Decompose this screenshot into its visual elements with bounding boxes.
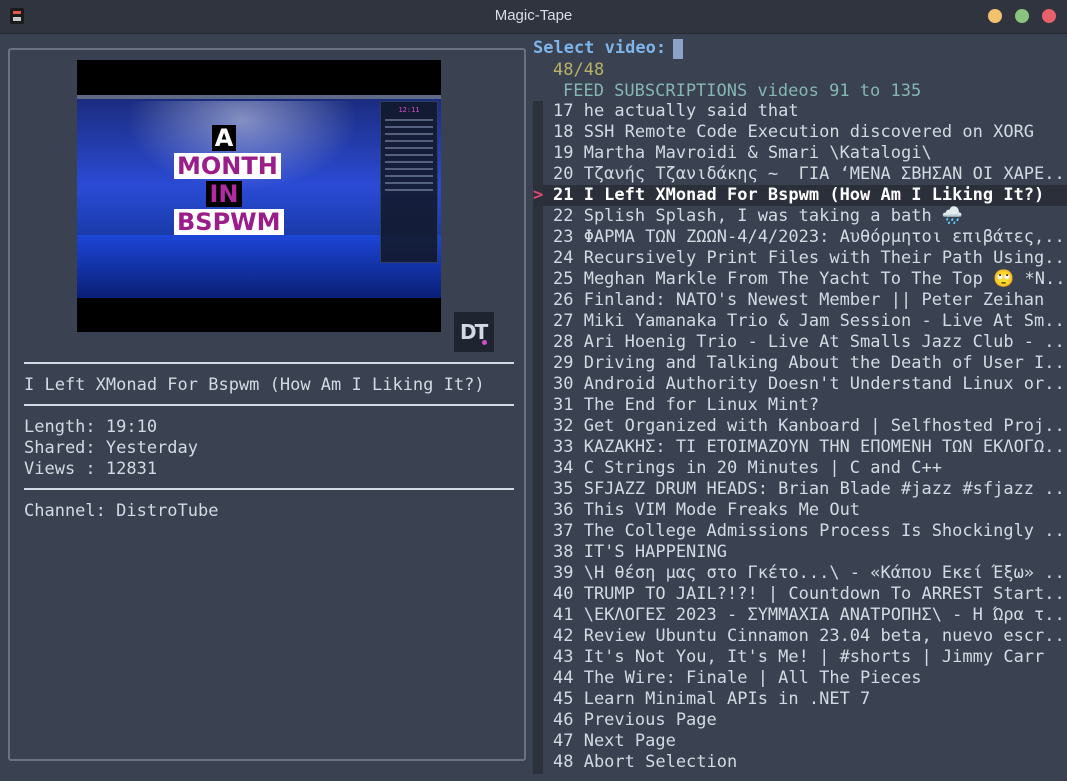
list-item-label: 47 Next Page — [553, 731, 676, 751]
list-item-label: 46 Previous Page — [553, 710, 717, 730]
list-item[interactable]: 26 Finland: NATO's Newest Member || Pete… — [533, 290, 1067, 311]
list-item-label: 24 Recursively Print Files with Their Pa… — [553, 248, 1065, 268]
maximize-button[interactable] — [1015, 9, 1029, 23]
thumbnail-caption: A MONTH IN BSPWM — [174, 125, 284, 237]
list-header: FEED SUBSCRIPTIONS videos 91 to 135 — [563, 81, 922, 101]
video-length: Length: 19:10 — [24, 417, 158, 437]
channel-logo-icon: DT — [454, 312, 494, 352]
list-item[interactable]: 24 Recursively Print Files with Their Pa… — [533, 248, 1067, 269]
list-item[interactable]: 17 he actually said that — [533, 101, 1067, 122]
list-item-label: 39 \Η θέση μας στο Γκέτο...\ - «Κάπου Εκ… — [553, 563, 1065, 583]
list-item-label: 36 This VIM Mode Freaks Me Out — [553, 500, 861, 520]
selection-marker: > — [533, 185, 544, 205]
video-title: I Left XMonad For Bspwm (How Am I Liking… — [24, 375, 485, 395]
selected-list-item[interactable]: >21 I Left XMonad For Bspwm (How Am I Li… — [533, 185, 1067, 206]
list-item[interactable]: 27 Miki Yamanaka Trio & Jam Session - Li… — [533, 311, 1067, 332]
list-item-label: 42 Review Ubuntu Cinnamon 23.04 beta, nu… — [553, 626, 1065, 646]
list-item[interactable]: 29 Driving and Talking About the Death o… — [533, 353, 1067, 374]
title-bar: Magic-Tape — [0, 0, 1067, 34]
list-item[interactable]: 43 It's Not You, It's Me! | #shorts | Ji… — [533, 647, 1067, 668]
list-item[interactable]: 46 Previous Page — [533, 710, 1067, 731]
list-item[interactable]: 34 C Strings in 20 Minutes | C and C++ — [533, 458, 1067, 479]
list-item[interactable]: 33 ΚΑΖΑΚΗΣ: ΤΙ ΕΤΟΙΜΑΖΟΥΝ ΤΗΝ ΕΠΟΜΕΝΗ ΤΩ… — [533, 437, 1067, 458]
list-item-label: 23 ΦΑΡΜΑ ΤΩΝ ΖΩΩΝ-4/4/2023: Αυθόρμητοι ε… — [553, 227, 1065, 247]
list-item-label: 20 Τζανής Τζανιδάκης ~ ΓΙΑ ‘ΜΕΝΑ ΣΒΗΣΑΝ … — [553, 164, 1065, 184]
list-item[interactable]: 25 Meghan Markle From The Yacht To The T… — [533, 269, 1067, 290]
close-button[interactable] — [1042, 9, 1056, 23]
list-item[interactable]: 37 The College Admissions Process Is Sho… — [533, 521, 1067, 542]
video-list: 17 he actually said that 18 SSH Remote Co… — [533, 101, 1067, 773]
list-item[interactable]: 32 Get Organized with Kanboard | Selfhos… — [533, 416, 1067, 437]
video-shared: Shared: Yesterday — [24, 438, 198, 458]
list-item[interactable]: 22 Splish Splash, I was taking a bath 🌧️ — [533, 206, 1067, 227]
thumbnail-word: BSPWM — [174, 209, 284, 235]
list-item-label: 37 The College Admissions Process Is Sho… — [553, 521, 1065, 541]
divider — [24, 488, 514, 490]
list-item-label: 41 \ΕΚΛΟΓΕΣ 2023 - ΣΥΜΜΑΧΙΑ ΑΝΑΤΡΟΠΗΣ\ -… — [553, 605, 1065, 625]
list-item[interactable]: 39 \Η θέση μας στο Γκέτο...\ - «Κάπου Εκ… — [533, 563, 1067, 584]
list-item[interactable]: 20 Τζανής Τζανιδάκης ~ ΓΙΑ ‘ΜΕΝΑ ΣΒΗΣΑΝ … — [533, 164, 1067, 185]
list-item[interactable]: 36 This VIM Mode Freaks Me Out — [533, 500, 1067, 521]
list-item[interactable]: 48 Abort Selection — [533, 752, 1067, 773]
list-item[interactable]: 19 Martha Mavroidi & Smari \Katalogi\ — [533, 143, 1067, 164]
list-item-label: 17 he actually said that — [553, 101, 799, 121]
list-item-label: 38 IT'S HAPPENING — [553, 542, 727, 562]
video-preview-panel: A MONTH IN BSPWM 12:11 DT I Left XMonad … — [8, 48, 526, 761]
list-item-label: 34 C Strings in 20 Minutes | C and C++ — [553, 458, 942, 478]
select-prompt: Select video: — [533, 38, 667, 58]
list-item-label: 18 SSH Remote Code Execution discovered … — [553, 122, 1035, 142]
list-item-label: 28 Ari Hoenig Trio - Live At Smalls Jazz… — [553, 332, 1065, 352]
list-item[interactable]: 31 The End for Linux Mint? — [533, 395, 1067, 416]
list-item-label: 25 Meghan Markle From The Yacht To The T… — [553, 269, 1066, 289]
list-item-label: 31 The End for Linux Mint? — [553, 395, 820, 415]
list-item[interactable]: 23 ΦΑΡΜΑ ΤΩΝ ΖΩΩΝ-4/4/2023: Αυθόρμητοι ε… — [533, 227, 1067, 248]
match-count: 48/48 — [553, 60, 605, 80]
list-item[interactable]: 18 SSH Remote Code Execution discovered … — [533, 122, 1067, 143]
list-item[interactable]: 30 Android Authority Doesn't Understand … — [533, 374, 1067, 395]
list-item-label: 43 It's Not You, It's Me! | #shorts | Ji… — [553, 647, 1045, 667]
list-item-label: 45 Learn Minimal APIs in .NET 7 — [553, 689, 871, 709]
list-item-label: 48 Abort Selection — [553, 752, 738, 772]
thumbnail-word: MONTH — [174, 153, 281, 179]
list-item-label: 30 Android Authority Doesn't Understand … — [553, 374, 1065, 394]
thumbnail-word: A — [211, 125, 237, 151]
thumbnail-conky-panel: 12:11 — [380, 101, 438, 263]
list-item[interactable]: 45 Learn Minimal APIs in .NET 7 — [533, 689, 1067, 710]
divider — [24, 362, 514, 364]
video-views: Views : 12831 — [24, 459, 158, 479]
list-item-label: 26 Finland: NATO's Newest Member || Pete… — [553, 290, 1045, 310]
terminal-content: A MONTH IN BSPWM 12:11 DT I Left XMonad … — [0, 34, 1067, 781]
list-item-label: 27 Miki Yamanaka Trio & Jam Session - Li… — [553, 311, 1065, 331]
thumbnail-clock: 12:11 — [398, 106, 420, 114]
list-item[interactable]: 42 Review Ubuntu Cinnamon 23.04 beta, nu… — [533, 626, 1067, 647]
list-item-label: 33 ΚΑΖΑΚΗΣ: ΤΙ ΕΤΟΙΜΑΖΟΥΝ ΤΗΝ ΕΠΟΜΕΝΗ ΤΩ… — [553, 437, 1065, 457]
list-item-label: 44 The Wire: Finale | All The Pieces — [553, 668, 922, 688]
list-item[interactable]: 38 IT'S HAPPENING — [533, 542, 1067, 563]
list-item-label: 40 TRUMP TO JAIL?!?! | Countdown To ARRE… — [553, 584, 1065, 604]
list-item[interactable]: 28 Ari Hoenig Trio - Live At Smalls Jazz… — [533, 332, 1067, 353]
divider — [24, 404, 514, 406]
thumbnail-image: A MONTH IN BSPWM 12:11 — [77, 95, 441, 298]
minimize-button[interactable] — [988, 9, 1002, 23]
list-item[interactable]: 40 TRUMP TO JAIL?!?! | Countdown To ARRE… — [533, 584, 1067, 605]
window-title: Magic-Tape — [494, 7, 573, 24]
list-item-label: 32 Get Organized with Kanboard | Selfhos… — [553, 416, 1065, 436]
list-item-label: 19 Martha Mavroidi & Smari \Katalogi\ — [553, 143, 932, 163]
list-item[interactable]: 47 Next Page — [533, 731, 1067, 752]
list-item-label: 29 Driving and Talking About the Death o… — [553, 353, 1065, 373]
thumbnail-word: IN — [206, 181, 242, 207]
list-item[interactable]: 35 SFJAZZ DRUM HEADS: Brian Blade #jazz … — [533, 479, 1067, 500]
video-channel: Channel: DistroTube — [24, 501, 219, 521]
list-item-label: 21 I Left XMonad For Bspwm (How Am I Lik… — [553, 185, 1045, 205]
list-item-label: 35 SFJAZZ DRUM HEADS: Brian Blade #jazz … — [553, 479, 1065, 499]
text-cursor[interactable] — [673, 39, 683, 59]
list-item[interactable]: 41 \ΕΚΛΟΓΕΣ 2023 - ΣΥΜΜΑΧΙΑ ΑΝΑΤΡΟΠΗΣ\ -… — [533, 605, 1067, 626]
list-item[interactable]: 44 The Wire: Finale | All The Pieces — [533, 668, 1067, 689]
list-item-label: 22 Splish Splash, I was taking a bath 🌧️ — [553, 206, 964, 226]
video-thumbnail: A MONTH IN BSPWM 12:11 — [77, 60, 441, 332]
